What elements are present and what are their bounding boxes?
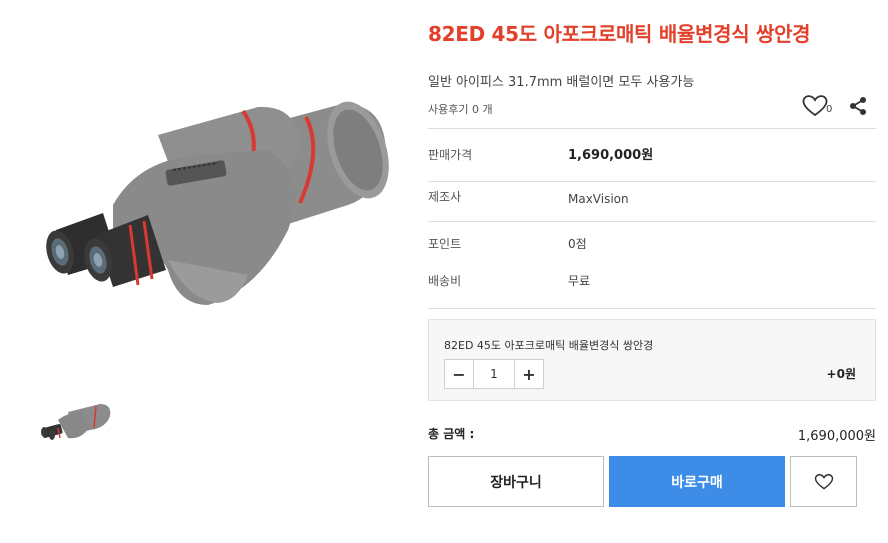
product-image-column xyxy=(0,0,410,543)
heart-outline-icon xyxy=(814,473,833,489)
add-to-cart-button[interactable]: 장바구니 xyxy=(428,456,604,507)
share-icon[interactable] xyxy=(848,96,868,116)
review-count[interactable]: 사용후기 0 개 xyxy=(428,101,493,117)
wish-count: 0 xyxy=(826,104,833,115)
spec-label: 제조사 xyxy=(428,190,462,204)
spec-label: 판매가격 xyxy=(428,148,473,162)
quantity-stepper: − + xyxy=(444,359,544,389)
product-subtitle: 일반 아이피스 31.7mm 배럴이면 모두 사용가능 xyxy=(428,75,695,90)
selected-option-box: 82ED 45도 아포크로매틱 배율변경식 쌍안경 − + +0원 xyxy=(428,319,876,401)
spec-label: 포인트 xyxy=(428,237,462,251)
option-name: 82ED 45도 아포크로매틱 배율변경식 쌍안경 xyxy=(444,339,654,352)
quantity-decrease-button[interactable]: − xyxy=(444,359,474,389)
quantity-increase-button[interactable]: + xyxy=(514,359,544,389)
divider xyxy=(428,128,876,129)
spec-value-price: 1,690,000원 xyxy=(568,148,654,163)
quantity-input[interactable] xyxy=(474,359,514,389)
review-row: 사용후기 0 개 0 xyxy=(428,95,876,121)
divider xyxy=(428,221,876,222)
divider xyxy=(428,308,876,309)
product-thumbnail[interactable] xyxy=(38,398,114,448)
product-main-image xyxy=(46,101,389,305)
spec-value-manufacturer: MaxVision xyxy=(568,192,629,206)
divider xyxy=(428,181,876,182)
product-info-column: 82ED 45도 아포크로매틱 배율변경식 쌍안경 일반 아이피스 31.7mm… xyxy=(428,0,876,543)
total-label: 총 금액 : xyxy=(428,427,475,441)
product-title: 82ED 45도 아포크로매틱 배율변경식 쌍안경 xyxy=(428,22,811,46)
option-price: +0원 xyxy=(826,367,856,381)
wishlist-button[interactable] xyxy=(790,456,857,507)
buy-now-button[interactable]: 바로구매 xyxy=(609,456,785,507)
spec-value-shipping: 무료 xyxy=(568,274,591,288)
spec-value-points: 0점 xyxy=(568,237,587,251)
spec-label: 배송비 xyxy=(428,274,462,288)
total-value: 1,690,000원 xyxy=(797,429,876,444)
